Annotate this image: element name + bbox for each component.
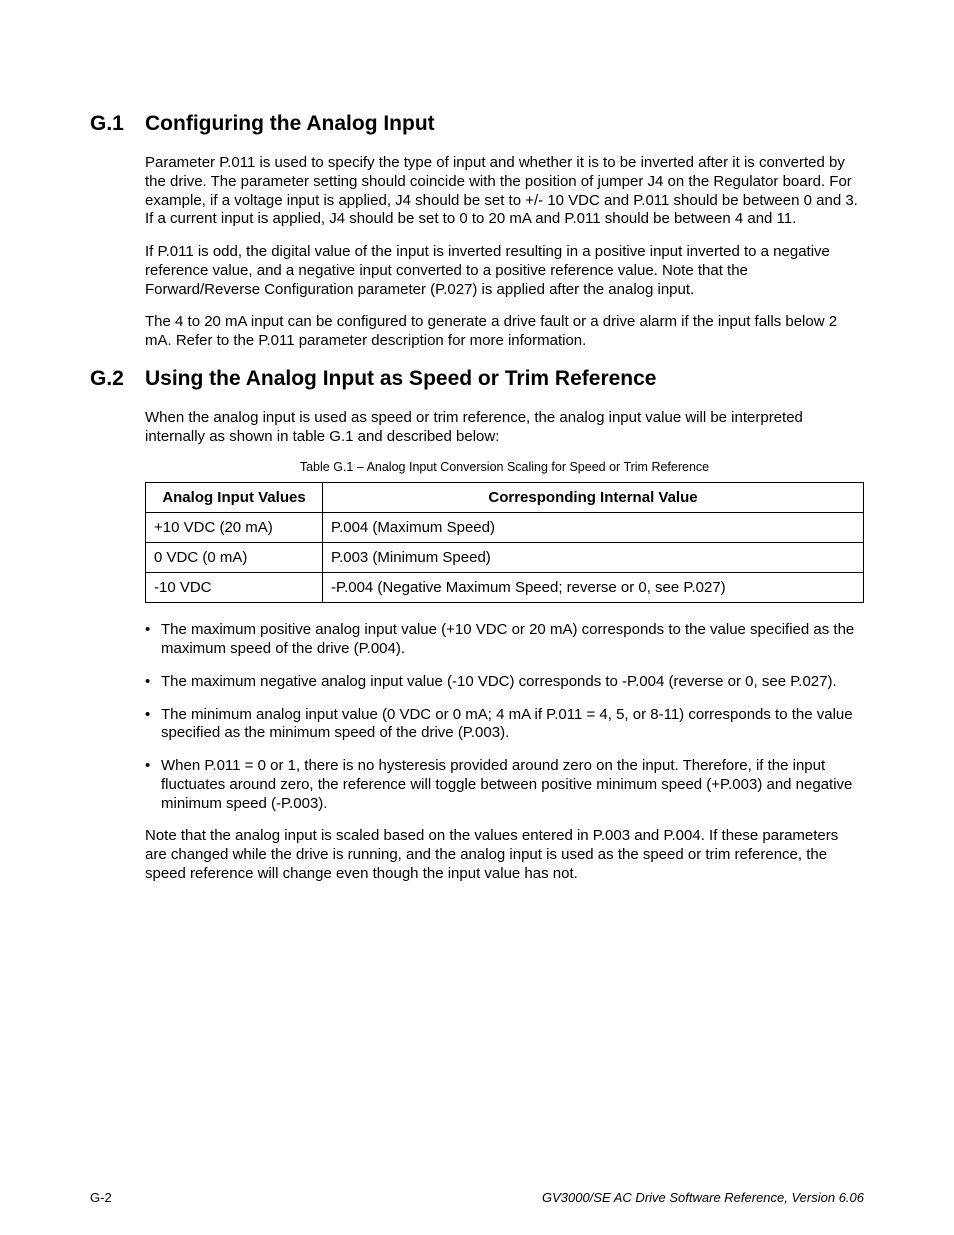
table-header-row: Analog Input Values Corresponding Intern…	[146, 483, 864, 513]
section-heading-g2: G.2 Using the Analog Input as Speed or T…	[90, 367, 864, 391]
section-body-g2: When the analog input is used as speed o…	[145, 409, 864, 884]
paragraph: Parameter P.011 is used to specify the t…	[145, 154, 864, 229]
table-cell: P.003 (Minimum Speed)	[323, 543, 864, 573]
section-body-g1: Parameter P.011 is used to specify the t…	[145, 154, 864, 351]
section-number: G.1	[90, 112, 145, 136]
paragraph: When the analog input is used as speed o…	[145, 409, 864, 447]
table-caption: Table G.1 – Analog Input Conversion Scal…	[145, 460, 864, 474]
section-title: Using the Analog Input as Speed or Trim …	[145, 367, 657, 391]
table-cell: P.004 (Maximum Speed)	[323, 513, 864, 543]
page-number: G-2	[90, 1190, 112, 1205]
list-item: The maximum positive analog input value …	[145, 621, 864, 659]
section-heading-g1: G.1 Configuring the Analog Input	[90, 112, 864, 136]
list-item: When P.011 = 0 or 1, there is no hystere…	[145, 757, 864, 813]
document-page: G.1 Configuring the Analog Input Paramet…	[0, 0, 954, 1235]
paragraph: If P.011 is odd, the digital value of th…	[145, 243, 864, 299]
table-row: -10 VDC -P.004 (Negative Maximum Speed; …	[146, 573, 864, 603]
paragraph: Note that the analog input is scaled bas…	[145, 827, 864, 883]
list-item: The minimum analog input value (0 VDC or…	[145, 706, 864, 744]
table-cell: -10 VDC	[146, 573, 323, 603]
table-header-cell: Analog Input Values	[146, 483, 323, 513]
section-title: Configuring the Analog Input	[145, 112, 435, 136]
table-cell: -P.004 (Negative Maximum Speed; reverse …	[323, 573, 864, 603]
table-cell: 0 VDC (0 mA)	[146, 543, 323, 573]
table-row: 0 VDC (0 mA) P.003 (Minimum Speed)	[146, 543, 864, 573]
table-cell: +10 VDC (20 mA)	[146, 513, 323, 543]
bullet-list: The maximum positive analog input value …	[145, 621, 864, 813]
table-header-cell: Corresponding Internal Value	[323, 483, 864, 513]
list-item: The maximum negative analog input value …	[145, 673, 864, 692]
section-number: G.2	[90, 367, 145, 391]
document-reference: GV3000/SE AC Drive Software Reference, V…	[542, 1190, 864, 1205]
page-footer: G-2 GV3000/SE AC Drive Software Referenc…	[90, 1190, 864, 1205]
table-row: +10 VDC (20 mA) P.004 (Maximum Speed)	[146, 513, 864, 543]
conversion-scaling-table: Analog Input Values Corresponding Intern…	[145, 482, 864, 603]
paragraph: The 4 to 20 mA input can be configured t…	[145, 313, 864, 351]
